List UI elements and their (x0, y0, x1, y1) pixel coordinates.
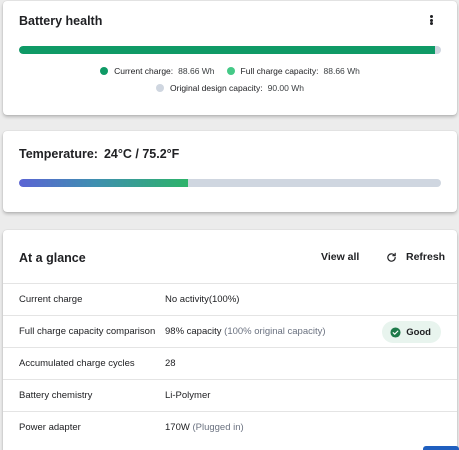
row-label: Current charge (19, 294, 83, 305)
battery-health-card: Battery health Current charge: 88.66 Wh … (3, 1, 457, 115)
at-a-glance-title: At a glance (19, 251, 86, 265)
row-value: 28 (165, 358, 176, 369)
more-vertical-icon[interactable] (425, 13, 437, 27)
battery-health-title: Battery health (19, 14, 103, 28)
temperature-bar-fill (19, 179, 188, 187)
legend-full-charge-capacity: Full charge capacity: 88.66 Wh (226, 66, 360, 76)
legend-value: 88.66 Wh (323, 66, 360, 76)
legend-label: Full charge capacity: (240, 66, 319, 76)
temperature-card: Temperature: 24°C / 75.2°F (3, 131, 457, 212)
temperature-label: Temperature: (19, 147, 98, 161)
legend-value: 90.00 Wh (267, 83, 304, 93)
status-badge: Good (382, 321, 441, 343)
legend-label: Original design capacity: (170, 83, 263, 93)
row-label: Power adapter (19, 422, 81, 433)
temperature-heading: Temperature: 24°C / 75.2°F (19, 147, 179, 161)
row-value: 170W (Plugged in) (165, 422, 244, 433)
legend-current-charge: Current charge: 88.66 Wh (100, 66, 215, 76)
legend-dot-original-design-capacity (156, 84, 164, 92)
legend-dot-current-charge (100, 67, 109, 75)
battery-legend-row: Current charge: 88.66 Wh Full charge cap… (3, 66, 457, 76)
glance-row-power-adapter: Power adapter 170W (Plugged in) (3, 411, 457, 443)
row-value: Li-Polymer (165, 390, 211, 401)
battery-health-bar (19, 46, 441, 54)
legend-label: Current charge: (114, 66, 174, 76)
glance-row-current-charge: Current charge No activity(100%) (3, 283, 457, 315)
legend-value: 88.66 Wh (178, 66, 215, 76)
battery-health-bar-fill (19, 46, 435, 54)
badge-label: Good (406, 326, 431, 338)
glance-row-full-charge-capacity: Full charge capacity comparison 98% capa… (3, 315, 457, 347)
refresh-icon (387, 252, 396, 262)
battery-legend-row: Original design capacity: 90.00 Wh (3, 83, 457, 93)
row-sub-value: (Plugged in) (192, 422, 244, 433)
row-value: 98% capacity (100% original capacity) (165, 326, 326, 337)
row-label: Battery chemistry (19, 390, 93, 401)
check-circle-icon (390, 326, 401, 338)
refresh-button[interactable]: Refresh (386, 251, 445, 263)
legend-dot-full-charge-capacity (226, 67, 235, 75)
at-a-glance-card: At a glance View all Refresh Current cha… (3, 230, 457, 450)
temperature-value: 24°C / 75.2°F (103, 147, 180, 161)
glance-row-charge-cycles: Accumulated charge cycles 28 (3, 347, 457, 379)
glance-row-battery-chemistry: Battery chemistry Li-Polymer (3, 379, 457, 411)
temperature-bar (19, 179, 441, 187)
refresh-label: Refresh (406, 251, 446, 263)
blue-tab-edge (423, 446, 459, 450)
view-all-button[interactable]: View all (321, 251, 359, 263)
row-value: No activity(100%) (165, 294, 240, 305)
legend-original-design-capacity: Original design capacity: 90.00 Wh (156, 83, 304, 93)
row-label: Full charge capacity comparison (19, 326, 156, 337)
row-label: Accumulated charge cycles (19, 358, 135, 369)
row-sub-value: (100% original capacity) (224, 326, 326, 337)
